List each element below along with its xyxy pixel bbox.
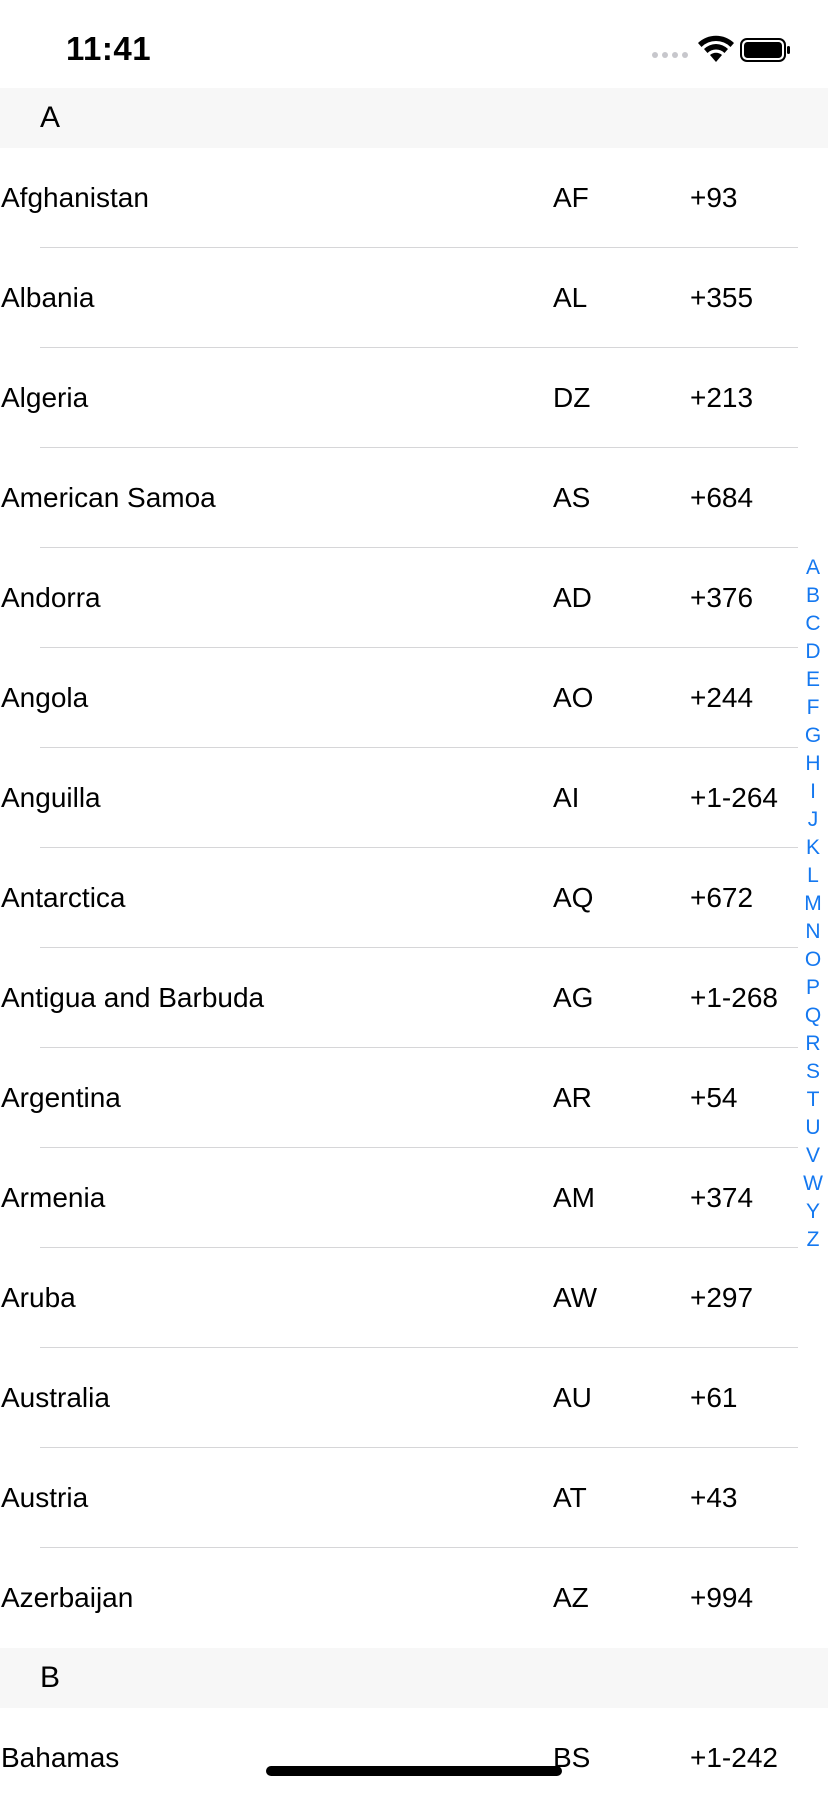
country-name: Antarctica [1,882,126,913]
country-name: Azerbaijan [1,1582,134,1613]
index-letter-i[interactable]: I [797,778,828,806]
country-name: Albania [1,282,95,313]
index-letter-g[interactable]: G [797,722,828,750]
section-header-letter: B [40,1661,61,1694]
index-letter-q[interactable]: Q [797,1002,828,1030]
country-code: AW [553,1282,598,1313]
section-header-b: B [0,1648,828,1708]
index-letter-f[interactable]: F [797,694,828,722]
table-row[interactable]: Azerbaijan AZ +994 [0,1548,828,1648]
index-letter-h[interactable]: H [797,750,828,778]
country-name: Austria [1,1482,89,1513]
country-name: Armenia [1,1182,106,1213]
country-code: AM [553,1182,595,1213]
signal-dots-icon [652,52,688,58]
country-name: Algeria [1,382,89,413]
dial-code: +684 [690,482,754,513]
wifi-icon [698,35,734,62]
table-row[interactable]: Bahamas BS +1-242 [0,1708,828,1808]
status-time: 11:41 [66,30,152,67]
index-letter-e[interactable]: E [797,666,828,694]
table-row[interactable]: Argentina AR +54 [0,1048,828,1148]
home-indicator [266,1766,562,1776]
dial-code: +1-242 [690,1742,778,1773]
index-letter-y[interactable]: Y [797,1198,828,1226]
table-row[interactable]: Angola AO +244 [0,648,828,748]
table-row[interactable]: Aruba AW +297 [0,1248,828,1348]
dial-code: +1-264 [690,782,778,813]
dial-code: +43 [690,1482,738,1513]
index-letter-k[interactable]: K [797,834,828,862]
dial-code: +355 [690,282,754,313]
dial-code: +672 [690,882,754,913]
index-letter-b[interactable]: B [797,582,828,610]
index-letter-a[interactable]: A [797,554,828,582]
index-letter-n[interactable]: N [797,918,828,946]
index-letter-z[interactable]: Z [797,1226,828,1254]
index-letter-m[interactable]: M [797,890,828,918]
country-name: Bahamas [1,1742,120,1773]
country-name: Antigua and Barbuda [1,982,265,1013]
table-row[interactable]: Austria AT +43 [0,1448,828,1548]
section-header-letter: A [40,101,61,134]
section-header-a: A [0,88,828,148]
dial-code: +61 [690,1382,738,1413]
country-code: AQ [553,882,594,913]
country-code: AL [553,282,588,313]
index-letter-u[interactable]: U [797,1114,828,1142]
country-name: Aruba [1,1282,76,1313]
dial-code: +374 [690,1182,754,1213]
country-code: AS [553,482,591,513]
table-row[interactable]: Antigua and Barbuda AG +1-268 [0,948,828,1048]
dial-code: +1-268 [690,982,778,1013]
country-code: AG [553,982,594,1013]
index-letter-d[interactable]: D [797,638,828,666]
country-code: AI [553,782,580,813]
table-row[interactable]: Andorra AD +376 [0,548,828,648]
index-letter-t[interactable]: T [797,1086,828,1114]
table-row[interactable]: Albania AL +355 [0,248,828,348]
country-name: American Samoa [1,482,216,513]
index-letter-p[interactable]: P [797,974,828,1002]
index-letter-s[interactable]: S [797,1058,828,1086]
index-letter-j[interactable]: J [797,806,828,834]
country-code: AR [553,1082,592,1113]
index-letter-c[interactable]: C [797,610,828,638]
index-letter-w[interactable]: W [797,1170,828,1198]
table-row[interactable]: Armenia AM +374 [0,1148,828,1248]
dial-code: +213 [690,382,754,413]
table-row[interactable]: Algeria DZ +213 [0,348,828,448]
dial-code: +244 [690,682,754,713]
country-name: Anguilla [1,782,101,813]
country-code: AD [553,582,592,613]
dial-code: +994 [690,1582,754,1613]
table-row[interactable]: Antarctica AQ +672 [0,848,828,948]
country-code: AF [553,182,589,213]
dial-code: +54 [690,1082,738,1113]
table-row[interactable]: Afghanistan AF +93 [0,148,828,248]
country-name: Argentina [1,1082,121,1113]
country-name: Australia [1,1382,110,1413]
index-letter-v[interactable]: V [797,1142,828,1170]
table-row[interactable]: Australia AU +61 [0,1348,828,1448]
country-name: Angola [1,682,89,713]
country-code: DZ [553,382,591,413]
index-letter-r[interactable]: R [797,1030,828,1058]
battery-icon [740,38,790,62]
table-row[interactable]: Anguilla AI +1-264 [0,748,828,848]
index-letter-o[interactable]: O [797,946,828,974]
index-letter-l[interactable]: L [797,862,828,890]
dial-code: +376 [690,582,754,613]
country-code: AO [553,682,594,713]
dial-code: +297 [690,1282,754,1313]
section-index[interactable]: ABCDEFGHIJKLMNOPQRSTUVWYZ [797,554,828,1254]
country-code: AT [553,1482,587,1513]
status-bar: 11:41 [0,0,828,88]
dial-code: +93 [690,182,738,213]
country-code: AZ [553,1582,589,1613]
table-row[interactable]: American Samoa AS +684 [0,448,828,548]
country-name: Andorra [1,582,101,613]
country-name: Afghanistan [1,182,149,213]
country-code: AU [553,1382,592,1413]
